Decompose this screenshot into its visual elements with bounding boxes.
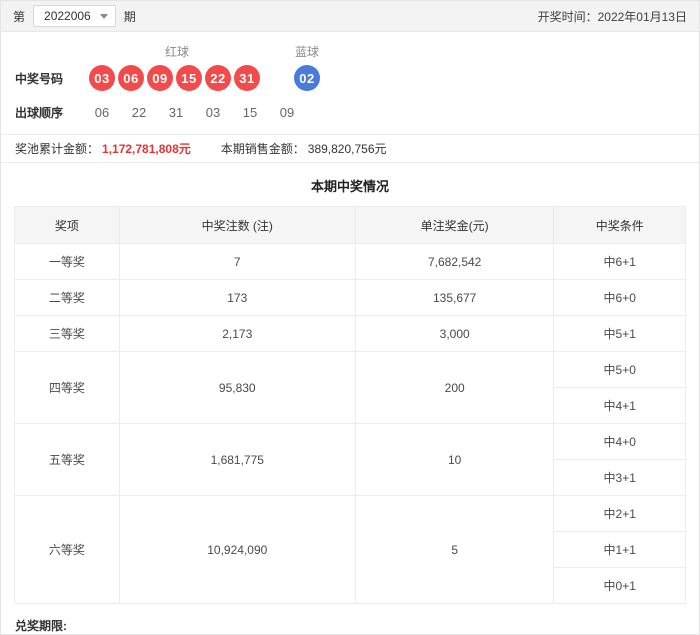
draw-time: 开奖时间：2022年01月13日 bbox=[538, 8, 687, 25]
prize-condition: 中5+1 bbox=[553, 315, 686, 352]
period-select-value: 2022006 bbox=[44, 9, 91, 23]
prize-amount: 3,000 bbox=[354, 315, 555, 352]
sales-label: 本期销售金额： bbox=[220, 142, 305, 156]
prize-condition: 中6+0 bbox=[553, 279, 686, 316]
prize-condition: 中2+1 bbox=[553, 495, 686, 532]
prize-row: 二等奖 173 135,677 中6+0 bbox=[14, 279, 686, 316]
prize-count: 1,681,775 bbox=[118, 423, 356, 496]
prize-name: 六等奖 bbox=[14, 495, 120, 604]
prize-amount: 200 bbox=[354, 351, 555, 424]
draw-time-value: 2022年01月13日 bbox=[597, 9, 687, 24]
prize-table-section: 本期中奖情况 奖项 中奖注数 (注) 单注奖金(元) 中奖条件 一等奖 7 7,682,5… bbox=[1, 163, 699, 604]
ball-group-labels: 红球 蓝球 bbox=[15, 42, 685, 60]
column-header: 中奖注数 (注) bbox=[118, 206, 356, 244]
topbar: 第 2022006 期 开奖时间：2022年01月13日 bbox=[1, 1, 699, 32]
blue-ball: 02 bbox=[294, 65, 320, 91]
red-group-label-wrap: 红球 bbox=[89, 43, 265, 60]
period-suffix-label: 期 bbox=[123, 9, 136, 24]
prize-table-title: 本期中奖情况 bbox=[310, 179, 389, 194]
redeem-notes: 兑奖期限: 双色球兑奖当期有效，中奖者应当自开奖之日起60个自然日内，持中奖彩票… bbox=[1, 604, 699, 634]
red-ball: 06 bbox=[118, 65, 144, 91]
prize-count: 173 bbox=[118, 279, 356, 316]
winning-numbers-label: 中奖号码 bbox=[15, 71, 64, 86]
jackpot-label: 奖池累计金额： bbox=[15, 142, 100, 156]
blue-balls: 02 bbox=[287, 65, 327, 91]
prize-name: 二等奖 bbox=[14, 279, 120, 316]
prize-name: 一等奖 bbox=[14, 243, 120, 280]
numbers-section: 红球 蓝球 中奖号码 03 06 09 15 22 31 02 出球顺序 06 22 31 03… bbox=[1, 32, 699, 134]
prize-condition: 中5+0 bbox=[553, 351, 686, 388]
draw-order-numbers: 06 22 31 03 15 09 bbox=[89, 105, 297, 120]
prize-count: 95,830 bbox=[118, 351, 356, 424]
prize-condition: 中1+1 bbox=[553, 531, 686, 568]
draw-order-number: 31 bbox=[168, 105, 184, 120]
prize-row: 三等奖 2,173 3,000 中5+1 bbox=[14, 315, 686, 352]
period-prefix-label: 第 bbox=[13, 9, 26, 24]
prize-name: 三等奖 bbox=[14, 315, 120, 352]
prize-amount: 7,682,542 bbox=[354, 243, 555, 280]
red-ball-group-label: 红球 bbox=[164, 44, 189, 59]
prize-count: 2,173 bbox=[118, 315, 356, 352]
jackpot-value: 1,172,781,808元 bbox=[102, 142, 191, 156]
draw-order-label: 出球顺序 bbox=[15, 106, 64, 120]
draw-order-number: 22 bbox=[131, 105, 147, 120]
prize-amount: 135,677 bbox=[354, 279, 555, 316]
redeem-notes-title: 兑奖期限: bbox=[15, 619, 67, 633]
column-header: 中奖条件 bbox=[553, 206, 686, 244]
jackpot-amount: 奖池累计金额： 1,172,781,808元 bbox=[15, 140, 191, 157]
prize-condition: 中4+0 bbox=[553, 423, 686, 460]
red-ball: 31 bbox=[234, 65, 260, 91]
blue-ball-group-label: 蓝球 bbox=[294, 44, 319, 59]
red-ball: 22 bbox=[205, 65, 231, 91]
lottery-result-page: 第 2022006 期 开奖时间：2022年01月13日 红球 蓝球 中奖号码 … bbox=[0, 0, 700, 635]
prize-condition: 中4+1 bbox=[553, 387, 686, 424]
chevron-down-icon bbox=[99, 13, 108, 19]
sales-value: 389,820,756元 bbox=[307, 142, 387, 156]
column-header: 单注奖金(元) bbox=[354, 206, 555, 244]
winning-numbers-row: 中奖号码 03 06 09 15 22 31 02 bbox=[15, 65, 685, 91]
draw-time-label: 开奖时间： bbox=[537, 9, 598, 24]
sales-amount: 本期销售金额： 389,820,756元 bbox=[221, 140, 387, 157]
red-balls: 03 06 09 15 22 31 bbox=[89, 65, 265, 91]
prize-amount: 10 bbox=[354, 423, 555, 496]
prize-row: 一等奖 7 7,682,542 中6+1 bbox=[14, 243, 686, 280]
prize-table-header-row: 奖项 中奖注数 (注) 单注奖金(元) 中奖条件 bbox=[14, 206, 686, 244]
prize-amount: 5 bbox=[354, 495, 555, 604]
prize-condition: 中3+1 bbox=[553, 459, 686, 496]
prize-condition: 中6+1 bbox=[553, 243, 686, 280]
prize-count: 7 bbox=[118, 243, 356, 280]
pool-row: 奖池累计金额： 1,172,781,808元 本期销售金额： 389,820,7… bbox=[1, 134, 699, 163]
prize-row: 四等奖 95,830 200 中5+0 bbox=[14, 351, 686, 424]
prize-count: 10,924,090 bbox=[118, 495, 356, 604]
draw-order-number: 03 bbox=[205, 105, 221, 120]
prize-name: 五等奖 bbox=[14, 423, 120, 496]
prize-condition: 中0+1 bbox=[553, 567, 686, 604]
draw-order-row: 出球顺序 06 22 31 03 15 09 bbox=[15, 104, 685, 121]
prize-name: 四等奖 bbox=[14, 351, 120, 424]
draw-order-number: 15 bbox=[242, 105, 258, 120]
prize-row: 六等奖 10,924,090 5 中2+1 bbox=[14, 495, 686, 604]
red-ball: 15 bbox=[176, 65, 202, 91]
draw-order-number: 06 bbox=[94, 105, 110, 120]
prize-table: 奖项 中奖注数 (注) 单注奖金(元) 中奖条件 一等奖 7 7,682,542 中6+1 二… bbox=[14, 206, 686, 604]
red-ball: 09 bbox=[147, 65, 173, 91]
blue-group-label-wrap: 蓝球 bbox=[287, 43, 327, 60]
draw-order-number: 09 bbox=[279, 105, 295, 120]
column-header: 奖项 bbox=[14, 206, 120, 244]
red-ball: 03 bbox=[89, 65, 115, 91]
prize-row: 五等奖 1,681,775 10 中4+0 bbox=[14, 423, 686, 496]
period-select[interactable]: 2022006 bbox=[33, 5, 116, 27]
period-selector-group: 第 2022006 期 bbox=[13, 5, 136, 27]
